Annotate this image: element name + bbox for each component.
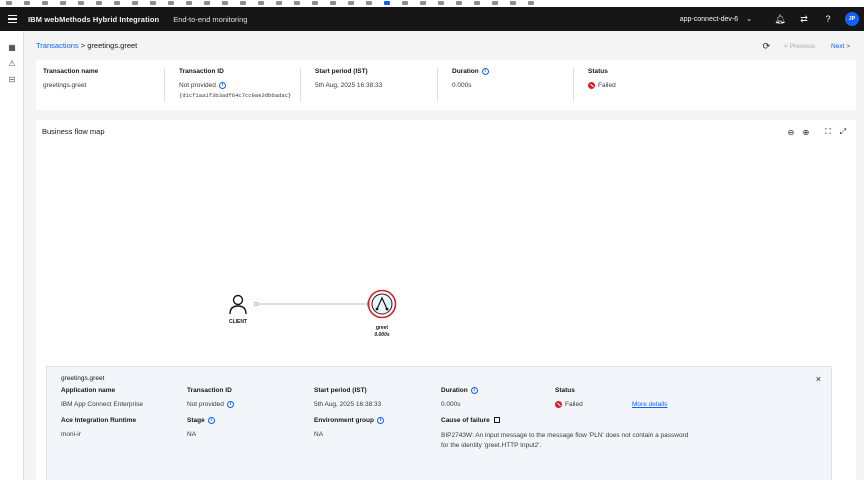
value: 5th Aug, 2025 16:38:33 [314,401,382,408]
close-icon[interactable]: × [816,374,821,384]
pagination: ⟳ < Previous Next > [763,41,850,52]
value: NA [187,431,197,439]
client-icon[interactable] [229,294,247,315]
help-icon[interactable]: ? [816,7,840,31]
node-duration: 0.000s [374,332,390,338]
detail-cause-of-failure: Cause of failure BIP2743W: An input mess… [441,417,691,451]
detail-environment-group: Environment group i NA [314,417,384,438]
value: IBM App Connect Enterprise [61,401,144,408]
label: Environment group [314,417,374,425]
label: Status [555,387,575,394]
breadcrumb-current: greetings.greet [87,41,138,50]
detail-transaction-id: Transaction ID Not provided i [187,387,234,408]
node-detail-panel: greetings.greet × Application name IBM A… [46,366,832,480]
info-icon[interactable]: i [481,68,489,75]
divider [573,68,574,102]
info-icon[interactable]: i [207,417,215,424]
next-button[interactable]: Next > [831,43,850,50]
status-badge: Failed [565,401,583,409]
connector-start [253,301,258,306]
environment-selector[interactable]: app-connect-dev-6 [680,16,738,23]
value: Not provided [187,401,224,409]
side-nav: ▦ ⚠ ⊟ [0,31,24,480]
browser-toolbar-strip [0,0,864,7]
transaction-hash: {d1cf1aa1f3b3adf64c7cc9ae3db6adac} [179,92,292,100]
node-name: greet [375,325,389,331]
value: Not provided [179,82,216,90]
value: greetings.greet [43,82,87,89]
detail-title: greetings.greet [61,375,105,382]
failure-message: BIP2743W: An input message to the messag… [441,432,689,449]
label: Duration [452,68,479,76]
label: Ace Integration Runtime [61,417,137,424]
summary-status: Status Failed [588,68,616,89]
section-title: End-to-end monitoring [173,14,248,24]
divider [300,68,301,102]
label: Start period (IST) [314,387,367,394]
switcher-icon[interactable]: ⇄ [792,7,816,31]
label: Application name [61,387,116,394]
divider [164,68,165,102]
summary-transaction-name: Transaction name greetings.greet [43,68,98,89]
breadcrumb-separator: > [80,41,86,50]
more-details-link[interactable]: More details [632,401,667,408]
dashboard-icon[interactable]: ▦ [0,39,24,55]
info-icon[interactable]: i [376,417,384,424]
transaction-summary: Transaction name greetings.greet Transac… [36,60,856,110]
info-icon[interactable]: i [218,82,226,89]
value: 5th Aug, 2025 16:38:33 [315,82,383,89]
detail-runtime: Ace Integration Runtime moni-ir [61,417,136,438]
label: Transaction name [43,68,99,75]
value: 0.000s [441,401,461,409]
client-label: CLIENT [228,319,248,325]
label: Cause of failure [441,417,490,424]
value: moni-ir [61,431,81,438]
copy-icon[interactable] [493,417,500,424]
greet-node[interactable] [367,289,397,319]
detail-stage: Stage i NA [187,417,215,438]
label: Start period (IST) [315,68,368,75]
app-header: IBM webMethods Hybrid Integration End-to… [0,7,864,31]
summary-duration: Duration i 0.000s [452,68,489,89]
value: NA [314,431,324,439]
breadcrumb: Transactions > greetings.greet [36,41,137,50]
summary-transaction-id: Transaction ID Not provided i {d1cf1aa1f3… [179,68,291,99]
status-badge: Failed [598,82,616,90]
detail-status: Status Failed [555,387,583,408]
label: Duration [441,387,468,395]
brand-title[interactable]: IBM webMethods Hybrid Integration [28,15,159,24]
detail-start-period: Start period (IST) 5th Aug, 2025 16:38:3… [314,387,381,408]
previous-button[interactable]: < Previous [784,43,815,50]
label: Status [588,68,608,75]
label: Transaction ID [179,68,224,75]
detail-app-name: Application name IBM App Connect Enterpr… [61,387,143,408]
divider [437,68,438,102]
label: Transaction ID [187,387,232,394]
failed-icon [588,82,595,89]
detail-duration: Duration i 0.000s [441,387,478,408]
menu-icon[interactable] [0,7,24,31]
label: Stage [187,417,205,425]
chevron-down-icon[interactable]: ⌄ [746,15,752,23]
info-icon[interactable]: i [226,401,234,408]
failed-icon [555,401,562,408]
flow-icon[interactable]: ⊟ [0,71,24,87]
notification-icon[interactable]: 🔔︎ [768,7,792,31]
breadcrumb-transactions-link[interactable]: Transactions [36,41,79,50]
avatar[interactable]: JP [845,12,859,26]
summary-start-period: Start period (IST) 5th Aug, 2025 16:38:3… [315,68,382,89]
info-icon[interactable]: i [470,387,478,394]
refresh-icon[interactable]: ⟳ [763,41,771,52]
value: 0.000s [452,82,472,90]
warning-icon[interactable]: ⚠ [0,55,24,71]
